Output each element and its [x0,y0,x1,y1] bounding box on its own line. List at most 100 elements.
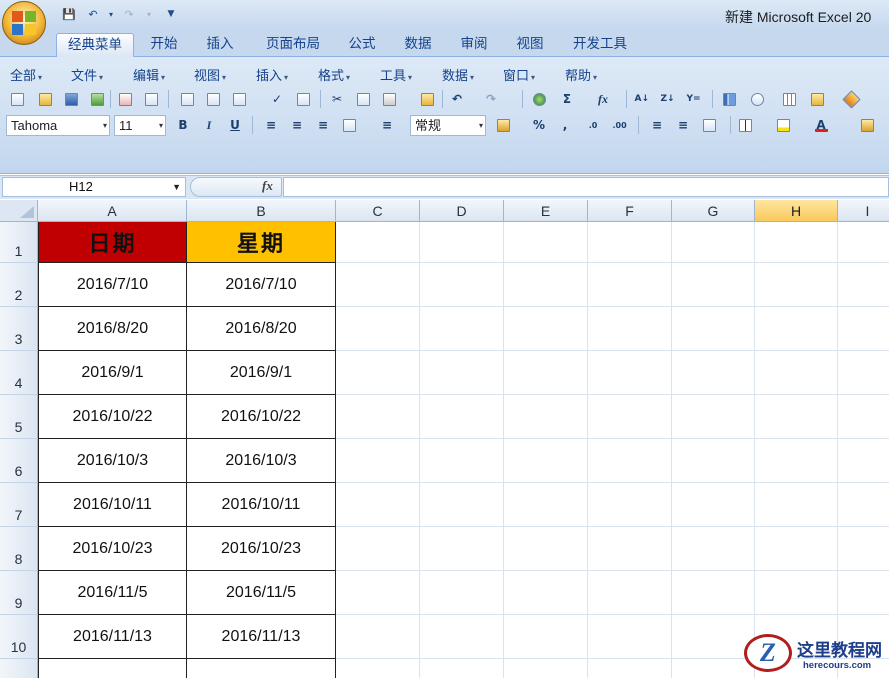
date-cell-b[interactable]: 2016/8/20 [187,307,336,351]
insert-function-icon[interactable]: fx [594,90,612,108]
percent-button[interactable]: % [530,116,548,134]
empty-cell[interactable] [420,222,504,263]
redo-icon[interactable]: ↷ [120,6,138,22]
row-header[interactable]: 1 [0,222,38,263]
redo-icon[interactable]: ↷ [482,90,500,108]
empty-cell[interactable] [588,527,672,571]
empty-cell[interactable] [672,571,755,615]
merge-center-icon[interactable] [340,116,358,134]
print-preview-icon[interactable] [204,90,222,108]
menu-view[interactable]: 视图 ▾ [194,65,226,84]
font-size-select[interactable]: 11 ▾ [114,115,166,136]
number-format-select[interactable]: 常规 ▾ [410,115,486,136]
empty-cell[interactable] [672,263,755,307]
empty-cell[interactable] [420,263,504,307]
tab-page-layout[interactable]: 页面布局 [256,33,330,57]
empty-cell[interactable] [420,659,504,678]
empty-cell[interactable] [504,659,588,678]
empty-cell[interactable] [336,615,420,659]
row-header[interactable]: 10 [0,615,38,659]
font-name-select[interactable]: Tahoma ▾ [6,115,110,136]
empty-cell[interactable] [838,483,889,527]
empty-cell[interactable] [336,307,420,351]
menu-help[interactable]: 帮助 ▾ [565,65,597,84]
empty-cell[interactable] [838,527,889,571]
spelling-icon[interactable]: ✓ [268,90,286,108]
row-header[interactable]: 8 [0,527,38,571]
empty-cell[interactable] [588,571,672,615]
decrease-decimal-icon[interactable]: .00 [610,116,628,134]
empty-cell[interactable] [755,263,838,307]
tab-data[interactable]: 数据 [394,33,442,57]
empty-cell[interactable] [755,439,838,483]
row-header[interactable]: 4 [0,351,38,395]
page-setup-icon[interactable] [230,90,248,108]
empty-cell[interactable] [504,263,588,307]
date-cell-a[interactable]: 2016/8/20 [38,307,187,351]
formula-input[interactable] [283,177,889,197]
empty-cell[interactable] [420,571,504,615]
empty-cell[interactable] [504,571,588,615]
empty-cell[interactable] [755,571,838,615]
color-icon[interactable] [841,89,861,109]
customize-qat-icon[interactable]: ▼ [162,6,180,22]
column-header-i[interactable]: I [838,200,889,222]
sort-descending-icon[interactable]: Z↓ [658,90,676,108]
column-header-c[interactable]: C [336,200,420,222]
empty-cell[interactable] [504,395,588,439]
redo-dropdown-icon[interactable]: ▾ [140,6,158,22]
borders-icon[interactable] [736,116,754,134]
menu-tools[interactable]: 工具 ▾ [380,65,412,84]
empty-cell[interactable] [672,307,755,351]
menu-window[interactable]: 窗口 ▾ [503,65,535,84]
print-icon[interactable] [178,90,196,108]
align-left-icon[interactable]: ≡ [262,116,280,134]
empty-cell[interactable] [838,351,889,395]
empty-cell[interactable] [187,659,336,678]
menu-file[interactable]: 文件 ▾ [71,65,103,84]
empty-cell[interactable] [336,351,420,395]
empty-cell[interactable] [504,351,588,395]
empty-cell[interactable] [755,395,838,439]
empty-cell[interactable] [588,659,672,678]
empty-cell[interactable] [588,395,672,439]
column-header-e[interactable]: E [504,200,588,222]
date-cell-a[interactable]: 2016/10/3 [38,439,187,483]
permission-icon[interactable] [88,90,106,108]
empty-cell[interactable] [588,615,672,659]
cut-icon[interactable]: ✂ [328,90,346,108]
save-icon[interactable]: 💾 [60,6,78,22]
tab-classic-menu[interactable]: 经典菜单 [56,33,134,57]
italic-button[interactable]: I [200,116,218,134]
menu-format[interactable]: 格式 ▾ [318,65,350,84]
date-cell-a[interactable]: 2016/10/11 [38,483,187,527]
empty-cell[interactable] [504,483,588,527]
empty-cell[interactable] [420,395,504,439]
autosum-icon[interactable]: Σ [558,90,576,108]
empty-cell[interactable] [420,439,504,483]
empty-cell[interactable] [672,222,755,263]
grid-icon[interactable] [780,90,798,108]
menu-insert[interactable]: 插入 ▾ [256,65,288,84]
row-header[interactable]: 5 [0,395,38,439]
empty-cell[interactable] [336,222,420,263]
menu-all[interactable]: 全部 ▾ [10,65,42,84]
empty-cell[interactable] [336,395,420,439]
empty-cell[interactable] [336,263,420,307]
empty-cell[interactable] [588,307,672,351]
new-icon[interactable] [8,90,26,108]
email-icon[interactable] [142,90,160,108]
date-cell-a[interactable]: 2016/10/22 [38,395,187,439]
align-right-icon[interactable]: ≡ [314,116,332,134]
row-header[interactable]: 7 [0,483,38,527]
decrease-indent-icon[interactable]: ≡ [648,116,666,134]
align-center-icon[interactable]: ≡ [288,116,306,134]
header-cell-a[interactable]: 日期 [38,222,187,263]
empty-cell[interactable] [755,527,838,571]
empty-cell[interactable] [755,307,838,351]
empty-cell[interactable] [838,395,889,439]
empty-cell[interactable] [588,439,672,483]
shapes-icon[interactable] [748,90,766,108]
empty-cell[interactable] [755,351,838,395]
date-cell-b[interactable]: 2016/9/1 [187,351,336,395]
